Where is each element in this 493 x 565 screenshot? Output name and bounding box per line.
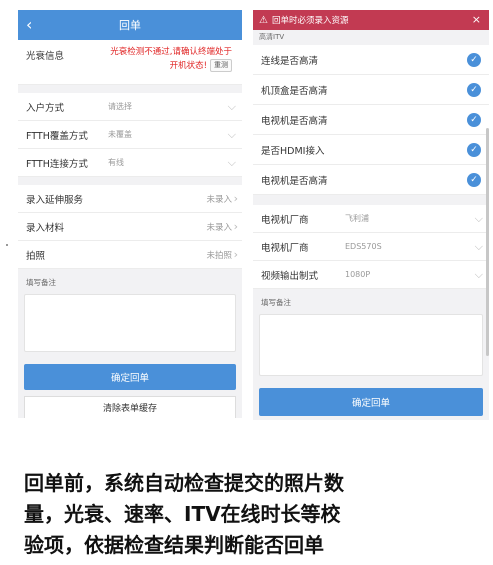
back-icon[interactable]: ‹ [26,16,32,34]
clear-cache-button[interactable]: 清除表单缓存 [24,396,236,418]
field-label: FTTH连接方式 [26,158,88,170]
entry-label: 拍照 [26,250,46,262]
entry-label: 录入材料 [26,222,65,234]
remark-label: 填写备注 [261,298,291,307]
field-value: 未覆盖 [108,130,132,139]
caption-line: 回单前，系统自动检查提交的照片数 [24,471,344,495]
caption-line: 量，光衰、速率、ITV在线时长等校 [24,502,341,526]
entry-extended-service[interactable]: 录入延伸服务 未录入 › [18,185,242,213]
chevron-right-icon: › [233,248,238,261]
check-circle-icon[interactable]: ✓ [467,82,481,97]
caption-line: 验项，依据检查结果判断能否回单 [24,533,324,557]
caption: 回单前，系统自动检查提交的照片数 量，光衰、速率、ITV在线时长等校 验项，依据… [24,468,484,561]
select-video-output[interactable]: 视频输出制式 1080P ⌵ [253,261,489,289]
itv-check-screen: ⚠ 回单时必须录入资源 × 高清ITV 连线是否高清 ✓ 机顶盒是否高清 ✓ 电… [253,10,489,420]
check-label: 连线是否高清 [261,55,319,67]
check-label: 是否HDMI接入 [261,145,325,157]
select-tv-brand[interactable]: 电视机厂商 飞利浦 ⌵ [253,205,489,233]
check-row[interactable]: 连线是否高清 ✓ [253,45,489,75]
chevron-right-icon: › [233,192,238,205]
header-bar: ‹ 回单 [18,10,242,40]
field-access-mode[interactable]: 入户方式 请选择 ⌵ [18,93,242,121]
check-circle-icon[interactable]: ✓ [467,172,481,187]
entry-photo[interactable]: 拍照 未拍照 › [18,241,242,269]
recheck-button[interactable]: 重测 [210,59,232,72]
check-row[interactable]: 是否HDMI接入 ✓ [253,135,489,165]
select-label: 视频输出制式 [261,270,319,282]
entry-materials[interactable]: 录入材料 未录入 › [18,213,242,241]
page-title: 回单 [119,19,141,32]
confirm-return-button[interactable]: 确定回单 [24,364,236,390]
remark-label: 填写备注 [26,278,56,287]
check-label: 机顶盒是否高清 [261,85,328,97]
field-value: 有线 [108,158,124,167]
close-icon[interactable]: × [472,13,481,26]
chevron-down-icon: ⌵ [227,128,236,141]
alert-text: 回单时必须录入资源 [271,16,349,26]
check-row[interactable]: 电视机是否高清 ✓ [253,105,489,135]
scrollbar[interactable] [486,128,489,356]
check-circle-icon[interactable]: ✓ [467,142,481,157]
entry-label: 录入延伸服务 [26,194,84,206]
field-ftth-connection[interactable]: FTTH连接方式 有线 ⌵ [18,149,242,177]
chevron-down-icon: ⌵ [474,212,483,225]
field-value: 请选择 [108,102,132,111]
check-row[interactable]: 电视机是否高清 ✓ [253,165,489,195]
check-label: 电视机是否高清 [261,175,328,187]
optical-warning: 光衰检测不通过,请确认终端处于开机状态! 重测 [102,46,232,73]
check-circle-icon[interactable]: ✓ [467,112,481,127]
chevron-down-icon: ⌵ [474,268,483,281]
field-label: FTTH覆盖方式 [26,130,88,142]
select-value: 飞利浦 [345,214,369,223]
check-circle-icon[interactable]: ✓ [467,52,481,67]
alert-banner: ⚠ 回单时必须录入资源 × [253,10,489,30]
itv-section-title: 高清ITV [253,30,489,45]
chevron-down-icon: ⌵ [227,100,236,113]
chevron-down-icon: ⌵ [474,240,483,253]
select-value: 1080P [345,270,371,279]
confirm-return-button[interactable]: 确定回单 [259,388,483,416]
optical-info-row: 光衰信息 光衰检测不通过,请确认终端处于开机状态! 重测 [18,40,242,85]
entry-status: 未拍照 [206,250,232,261]
select-tv-model[interactable]: 电视机厂商 EDS570S ⌵ [253,233,489,261]
field-ftth-coverage[interactable]: FTTH覆盖方式 未覆盖 ⌵ [18,121,242,149]
stray-dot [6,244,8,246]
return-order-screen: ‹ 回单 光衰信息 光衰检测不通过,请确认终端处于开机状态! 重测 入户方式 请选… [18,10,242,418]
warning-icon: ⚠ [259,14,268,26]
check-row[interactable]: 机顶盒是否高清 ✓ [253,75,489,105]
chevron-right-icon: › [233,220,238,233]
remark-textarea[interactable] [24,294,236,352]
remark-textarea[interactable] [259,314,483,376]
select-value: EDS570S [345,242,382,251]
select-label: 电视机厂商 [261,242,309,254]
entry-status: 未录入 [206,222,232,233]
optical-label: 光衰信息 [26,51,65,62]
chevron-down-icon: ⌵ [227,156,236,169]
select-label: 电视机厂商 [261,214,309,226]
entry-status: 未录入 [206,194,232,205]
field-label: 入户方式 [26,102,65,114]
check-label: 电视机是否高清 [261,115,328,127]
